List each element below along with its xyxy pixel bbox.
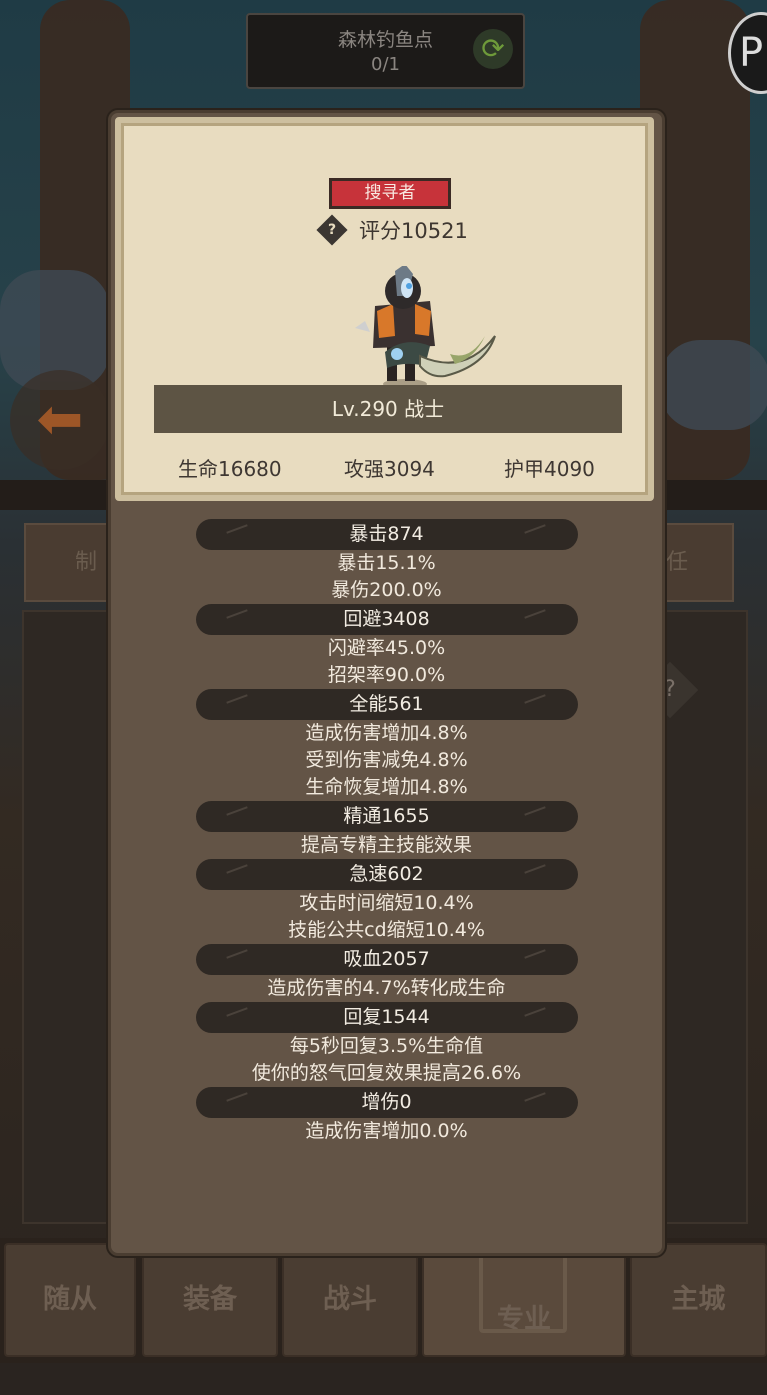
attribute-line: 暴击15.1%: [337, 552, 436, 574]
rating-label: 评分10521: [359, 219, 468, 243]
hero-detail-dialog: 搜寻者 ? 评分10521 Lv.290 战士 生命16680 攻强3094 护甲…: [108, 110, 665, 1256]
attribute-group: 回避3408 闪避率45.0% 招架率90.0%: [111, 604, 662, 689]
nav-battle[interactable]: 战斗: [282, 1243, 418, 1357]
warrior-portrait: [355, 266, 496, 389]
nav-label: 装备: [183, 1284, 237, 1315]
attribute-header: 吸血2057: [195, 944, 578, 975]
attribute-group: 急速602 攻击时间缩短10.4% 技能公共cd缩短10.4%: [111, 859, 662, 944]
nav-label: 随从: [43, 1284, 97, 1315]
attribute-group: 吸血2057 造成伤害的4.7%转化成生命: [111, 944, 662, 1002]
side-tab-left-label: 制: [74, 550, 97, 575]
nav-main-city[interactable]: 主城: [630, 1243, 767, 1357]
rating: ? 评分10521: [316, 214, 468, 246]
attribute-header: 暴击874: [195, 519, 578, 550]
attribute-line: 提高专精主技能效果: [300, 834, 472, 856]
nav-profession[interactable]: 专业: [422, 1243, 626, 1357]
location-box[interactable]: 森林钓鱼点 0/1 ⟳: [246, 13, 525, 89]
attribute-header: 回复1544: [195, 1002, 578, 1033]
class-badge: 搜寻者: [329, 178, 451, 209]
nav-followers[interactable]: 随从: [4, 1243, 136, 1357]
nav-label: 主城: [671, 1284, 726, 1315]
attribute-line: 闪避率45.0%: [327, 637, 446, 659]
stat-hp: 生命16680: [178, 457, 282, 481]
attribute-header: 全能561: [195, 689, 578, 720]
bottom-nav: 随从 装备 战斗 专业 主城: [0, 1238, 767, 1363]
attribute-line: 生命恢复增加4.8%: [305, 776, 468, 798]
attribute-header: 回避3408: [195, 604, 578, 635]
attribute-list: 暴击874 暴击15.1% 暴伤200.0% 回避3408 闪避率45.0% 招架率90.…: [111, 519, 662, 1145]
attribute-group: 增伤0 造成伤害增加0.0%: [111, 1087, 662, 1145]
nav-label: 战斗: [323, 1284, 377, 1315]
stat-attack: 攻强3094: [344, 457, 435, 481]
back-arrow-icon[interactable]: ⬅: [10, 370, 110, 470]
corner-badge-text: P: [739, 30, 764, 76]
attribute-line: 受到伤害减免4.8%: [305, 749, 468, 771]
attribute-line: 暴伤200.0%: [331, 579, 442, 601]
attribute-group: 全能561 造成伤害增加4.8% 受到伤害减免4.8% 生命恢复增加4.8%: [111, 689, 662, 801]
attribute-line: 招架率90.0%: [327, 664, 446, 686]
stat-armor: 护甲4090: [504, 457, 595, 481]
help-icon-glyph: ?: [327, 222, 337, 238]
attribute-group: 回复1544 每5秒回复3.5%生命值使你的怒气回复效果提高26.6%: [111, 1002, 662, 1087]
attribute-header: 增伤0: [195, 1087, 578, 1118]
attribute-group: 暴击874 暴击15.1% 暴伤200.0%: [111, 519, 662, 604]
attribute-header: 精通1655: [195, 801, 578, 832]
attribute-line: 攻击时间缩短10.4%: [299, 892, 474, 914]
attribute-header: 急速602: [195, 859, 578, 890]
side-tab-right-label: 任: [665, 550, 688, 575]
level-bar: Lv.290 战士: [154, 385, 622, 433]
attribute-line: 造成伤害增加4.8%: [305, 722, 468, 744]
stats-row: 生命16680 攻强3094 护甲4090: [121, 447, 648, 491]
refresh-icon[interactable]: ⟳: [473, 29, 513, 69]
attribute-group: 精通1655 提高专精主技能效果: [111, 801, 662, 859]
attribute-line: 技能公共cd缩短10.4%: [288, 919, 485, 941]
rock: [660, 340, 767, 430]
nav-equipment[interactable]: 装备: [142, 1243, 278, 1357]
attribute-line: 造成伤害增加0.0%: [305, 1120, 468, 1142]
hero-card: 搜寻者 ? 评分10521 Lv.290 战士 生命16680 攻强3094 护甲…: [115, 117, 654, 501]
book-icon: [479, 1245, 567, 1333]
attribute-line: 每5秒回复3.5%生命值: [289, 1035, 484, 1057]
attribute-line: 使你的怒气回复效果提高26.6%: [251, 1062, 522, 1084]
help-icon[interactable]: ?: [316, 214, 348, 246]
attribute-line: 造成伤害的4.7%转化成生命: [267, 977, 506, 999]
